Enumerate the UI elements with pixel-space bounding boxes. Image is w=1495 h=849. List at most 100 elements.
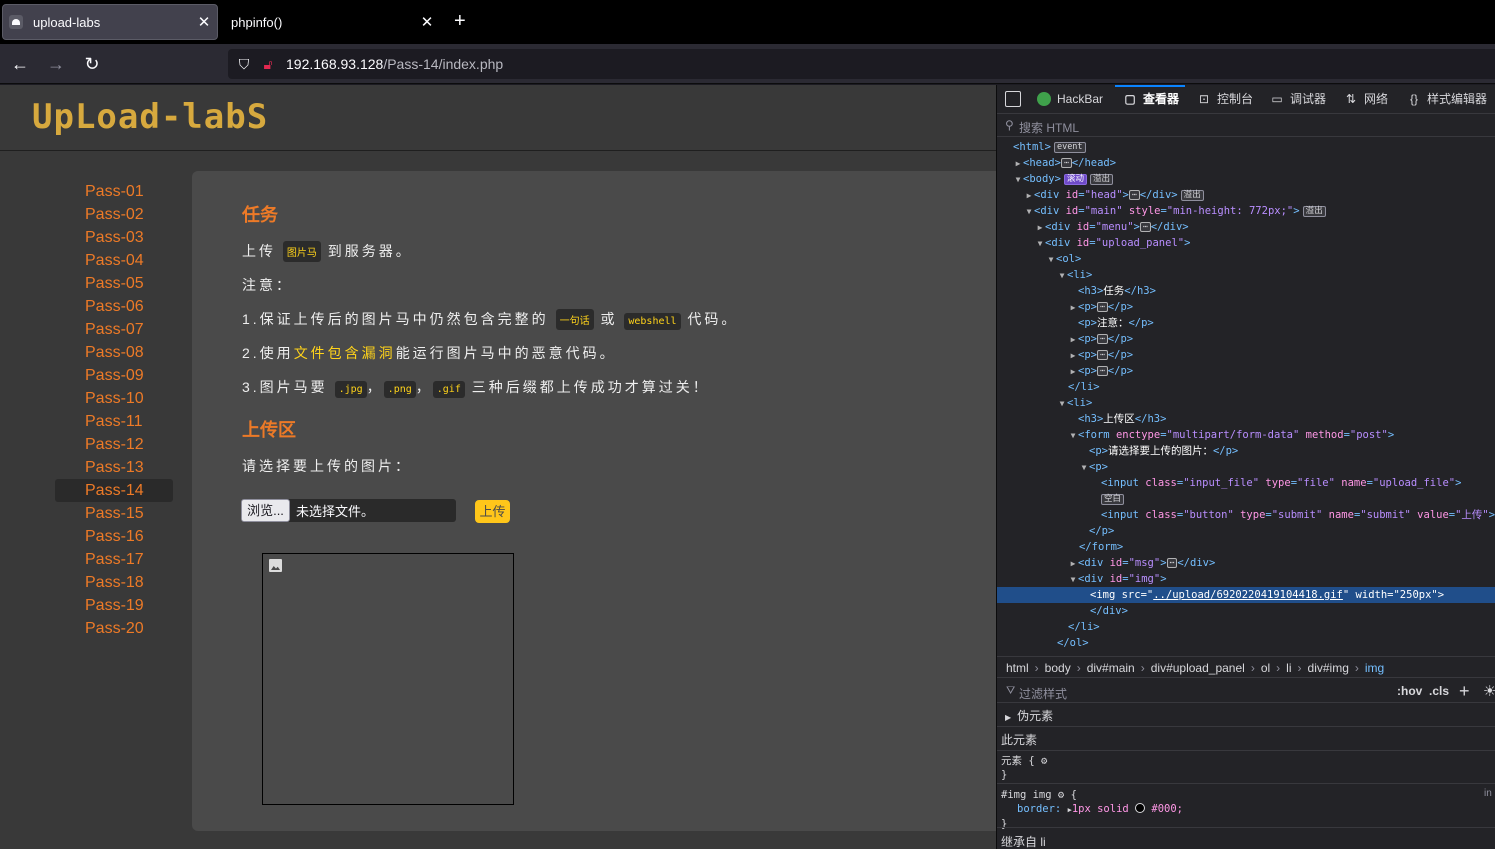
overflow-badge[interactable]: 溢出 <box>1180 190 1204 201</box>
menu-item-pass-04[interactable]: Pass-04 <box>55 249 173 272</box>
breadcrumb-item[interactable]: html <box>1006 661 1029 675</box>
tree-node-p-close[interactable]: </p> <box>997 523 1495 539</box>
property-value[interactable]: solid <box>1097 803 1129 815</box>
tree-node-form-close[interactable]: </form> <box>997 539 1495 555</box>
tab-upload-labs[interactable]: upload-labs ✕ <box>2 4 218 40</box>
tab-phpinfo[interactable]: phpinfo() ✕ <box>222 4 440 40</box>
hov-toggle[interactable]: :hov <box>1397 684 1422 698</box>
menu-item-pass-12[interactable]: Pass-12 <box>55 433 173 456</box>
collapse-arrow-icon[interactable]: ▼ <box>1024 204 1034 220</box>
expand-arrow-icon[interactable]: ▶ <box>1068 348 1078 364</box>
collapse-arrow-icon[interactable]: ▼ <box>1013 172 1023 188</box>
add-rule-plus-icon[interactable]: + <box>1459 681 1470 702</box>
tab-hackbar[interactable]: HackBar <box>1037 85 1103 114</box>
tree-node-p[interactable]: ▶ <p> ⋯ </p> <box>997 363 1495 379</box>
collapse-arrow-icon[interactable]: ▼ <box>1068 428 1078 444</box>
tab-inspector[interactable]: ▢ 查看器 <box>1115 85 1186 114</box>
tab-close-icon[interactable]: ✕ <box>416 13 438 31</box>
tree-node-div-menu[interactable]: ▶ <div id="menu"> ⋯ </div> <box>997 219 1495 235</box>
img-src-link[interactable]: ../upload/6920220419104418.gif <box>1153 589 1343 601</box>
gear-icon[interactable]: ⚙ <box>1058 789 1064 801</box>
menu-item-pass-20[interactable]: Pass-20 <box>55 617 173 640</box>
reload-icon[interactable]: ↻ <box>80 52 104 76</box>
tab-debugger[interactable]: ▭ 调试器 <box>1270 85 1326 114</box>
breadcrumb-item[interactable]: div#upload_panel <box>1151 661 1245 675</box>
collapsed-dots[interactable]: ⋯ <box>1166 558 1178 568</box>
light-theme-sun-icon[interactable]: ☀ <box>1483 682 1495 700</box>
url-text[interactable]: 192.168.93.128/Pass-14/index.php <box>286 56 503 72</box>
tree-node-li-close[interactable]: </li> <box>997 379 1495 395</box>
menu-item-pass-18[interactable]: Pass-18 <box>55 571 173 594</box>
styles-filter[interactable]: ⛛ 过滤样式 :hov .cls + ☀ <box>997 681 1495 703</box>
address-bar[interactable]: ⛉ 🔓︎ 192.168.93.128/Pass-14/index.php <box>228 49 1495 79</box>
breadcrumb-item[interactable]: li <box>1286 661 1291 675</box>
breadcrumb-item[interactable]: div#img <box>1308 661 1349 675</box>
tree-node-body[interactable]: ▼ <body> 滚动 溢出 <box>997 171 1495 187</box>
event-badge[interactable]: event <box>1053 142 1086 153</box>
menu-item-pass-02[interactable]: Pass-02 <box>55 203 173 226</box>
tree-node-p[interactable]: <p>请选择要上传的图片：</p> <box>997 443 1495 459</box>
tree-node-p[interactable]: ▶ <p> ⋯ </p> <box>997 347 1495 363</box>
pseudo-elements-toggle[interactable]: ▶ 伪元素 <box>997 705 1495 727</box>
tree-node-div-upload-panel[interactable]: ▼ <div id="upload_panel"> <box>997 235 1495 251</box>
collapsed-dots[interactable]: ⋯ <box>1128 190 1140 200</box>
collapsed-dots[interactable]: ⋯ <box>1096 334 1108 344</box>
menu-item-pass-10[interactable]: Pass-10 <box>55 387 173 410</box>
property-value[interactable]: #000; <box>1151 803 1183 815</box>
tab-network[interactable]: ⇅ 网络 <box>1344 85 1388 114</box>
tree-node-img-selected[interactable]: <img src="../upload/6920220419104418.gif… <box>997 587 1495 603</box>
expand-arrow-icon[interactable]: ▶ <box>1024 188 1034 204</box>
scroll-badge[interactable]: 滚动 <box>1063 174 1087 185</box>
back-arrow-icon[interactable]: ← <box>8 52 32 76</box>
menu-item-pass-17[interactable]: Pass-17 <box>55 548 173 571</box>
tree-node-input-submit[interactable]: <input class="button" type="submit" name… <box>997 507 1495 523</box>
tab-console[interactable]: ⊡ 控制台 <box>1197 85 1253 114</box>
tree-node-li[interactable]: ▼ <li> <box>997 267 1495 283</box>
collapsed-dots[interactable]: ⋯ <box>1060 158 1072 168</box>
tree-node-p[interactable]: ▼ <p> <box>997 459 1495 475</box>
menu-item-pass-15[interactable]: Pass-15 <box>55 502 173 525</box>
tree-node-li-close[interactable]: </li> <box>997 619 1495 635</box>
tree-node-div-head[interactable]: ▶ <div id="head"> ⋯ </div> 溢出 <box>997 187 1495 203</box>
breadcrumb-item[interactable]: div#main <box>1087 661 1135 675</box>
tree-node-li[interactable]: ▼ <li> <box>997 395 1495 411</box>
img-rule[interactable]: #img img ⚙ { border: ▶1px solid #000; } <box>1001 788 1183 831</box>
menu-item-pass-09[interactable]: Pass-09 <box>55 364 173 387</box>
tree-node-h3[interactable]: <h3>上传区</h3> <box>997 411 1495 427</box>
menu-item-pass-19[interactable]: Pass-19 <box>55 594 173 617</box>
tree-node-ol-close[interactable]: </ol> <box>997 635 1495 651</box>
menu-item-pass-16[interactable]: Pass-16 <box>55 525 173 548</box>
forward-arrow-icon[interactable]: → <box>44 52 68 76</box>
upload-button[interactable]: 上传 <box>475 500 510 523</box>
expand-arrow-icon[interactable]: ▶ <box>1068 364 1078 380</box>
menu-item-pass-13[interactable]: Pass-13 <box>55 456 173 479</box>
tab-close-icon[interactable]: ✕ <box>193 13 215 31</box>
tree-node-ol[interactable]: ▼ <ol> <box>997 251 1495 267</box>
breadcrumb-item[interactable]: body <box>1045 661 1071 675</box>
element-rule[interactable]: 元素 { ⚙ } <box>1001 754 1047 782</box>
menu-item-pass-11[interactable]: Pass-11 <box>55 410 173 433</box>
tree-node-p[interactable]: <p>注意：</p> <box>997 315 1495 331</box>
gear-icon[interactable]: ⚙ <box>1041 755 1047 767</box>
menu-item-pass-14[interactable]: Pass-14 <box>55 479 173 502</box>
menu-item-pass-03[interactable]: Pass-03 <box>55 226 173 249</box>
property-value[interactable]: 1px <box>1072 803 1091 815</box>
new-tab-plus-icon[interactable]: + <box>454 10 466 32</box>
menu-item-pass-08[interactable]: Pass-08 <box>55 341 173 364</box>
tree-node-div-img[interactable]: ▼ <div id="img"> <box>997 571 1495 587</box>
color-swatch[interactable] <box>1135 803 1146 813</box>
breadcrumb-item[interactable]: img <box>1365 661 1384 675</box>
html-search-input[interactable]: ⚲ 搜索 HTML <box>997 115 1495 137</box>
expand-arrow-icon[interactable]: ▶ <box>1005 713 1011 722</box>
tree-node-head[interactable]: ▶ <head> ⋯ </head> <box>997 155 1495 171</box>
collapse-arrow-icon[interactable]: ▼ <box>1068 572 1078 588</box>
tree-node-input-file[interactable]: <input class="input_file" type="file" na… <box>997 475 1495 491</box>
tree-node-p[interactable]: ▶ <p> ⋯ </p> <box>997 331 1495 347</box>
tree-node-div-close[interactable]: </div> <box>997 603 1495 619</box>
tree-node-div-msg[interactable]: ▶ <div id="msg"> ⋯ </div> <box>997 555 1495 571</box>
tree-node-div-main[interactable]: ▼ <div id="main" style="min-height: 772px… <box>997 203 1495 219</box>
menu-item-pass-01[interactable]: Pass-01 <box>55 180 173 203</box>
expand-arrow-icon[interactable]: ▶ <box>1035 220 1045 236</box>
rule-source-link[interactable]: in <box>1484 788 1492 799</box>
element-picker-icon[interactable] <box>1005 91 1021 107</box>
